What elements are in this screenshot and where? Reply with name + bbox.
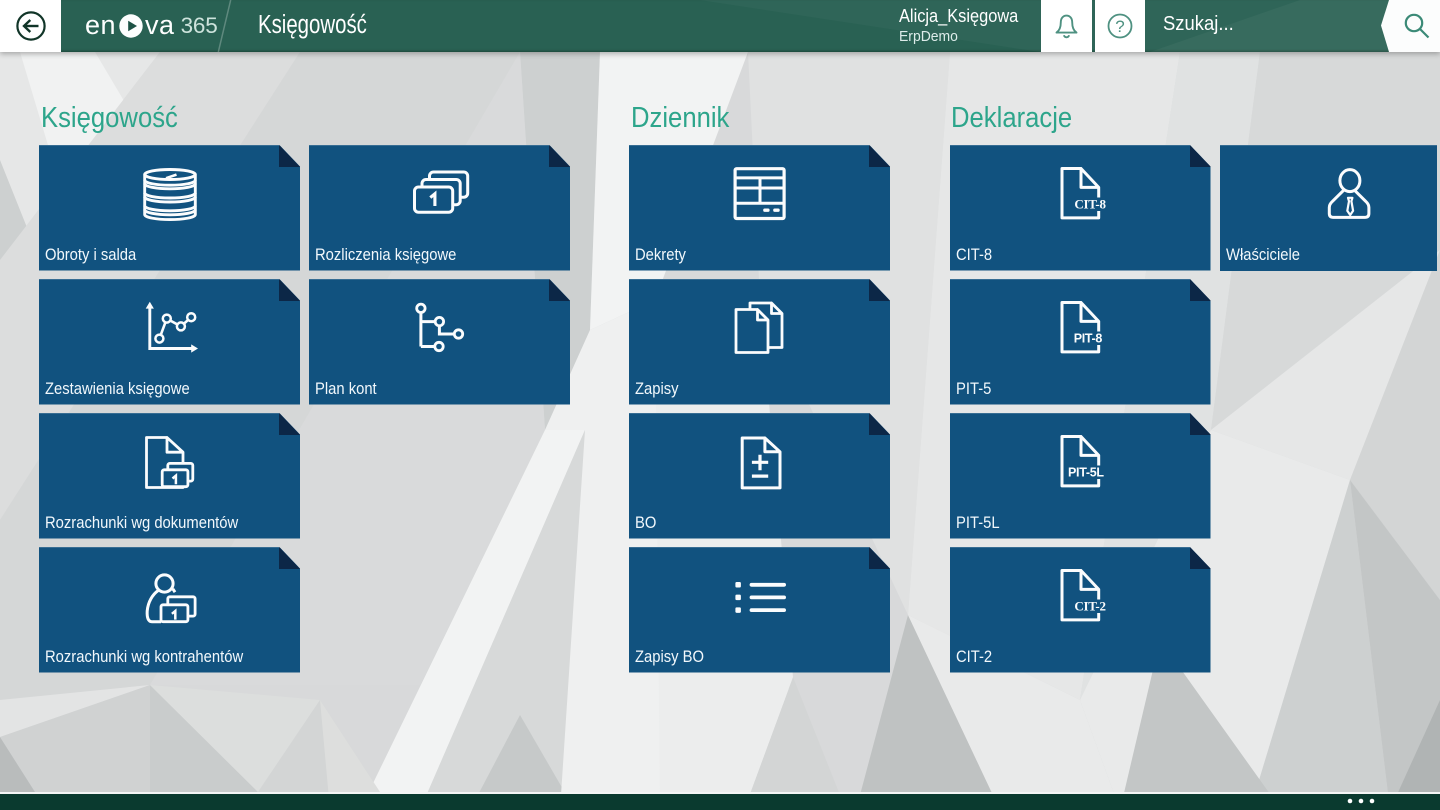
svg-text:PIT-5L: PIT-5L <box>1068 465 1104 479</box>
svg-text:?: ? <box>1115 17 1124 36</box>
svg-text:CIT-2: CIT-2 <box>1074 598 1105 613</box>
svg-text:CIT-8: CIT-8 <box>1074 196 1106 211</box>
svg-text:PIT-8: PIT-8 <box>1074 331 1103 345</box>
